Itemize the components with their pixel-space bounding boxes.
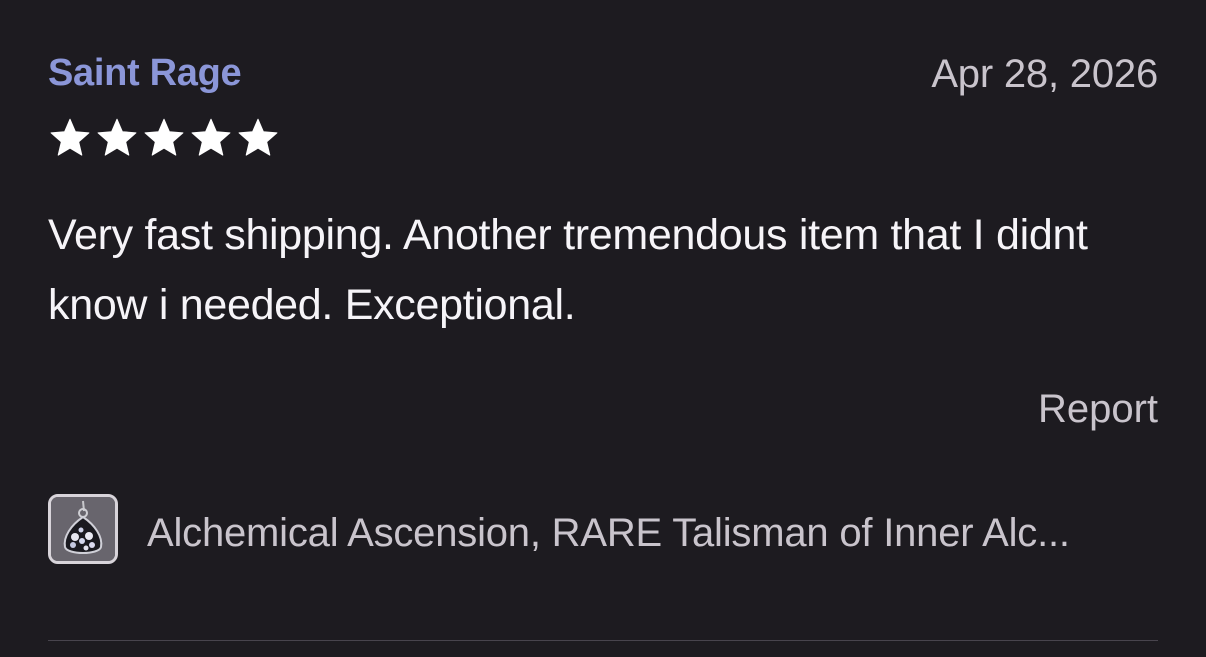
product-thumbnail-image [51,497,115,561]
review-date: Apr 28, 2026 [931,52,1158,96]
report-button[interactable]: Report [1038,387,1158,432]
review-text: Very fast shipping. Another tremendous i… [48,211,1088,329]
star-icon [191,118,231,156]
product-title[interactable]: Alchemical Ascension, RARE Talisman of I… [147,511,1070,556]
product-thumbnail[interactable] [48,494,118,564]
star-icon [238,118,278,156]
star-icon [50,118,90,156]
star-icon [144,118,184,156]
reviewed-product-link[interactable]: Alchemical Ascension, RARE Talisman of I… [48,494,1158,570]
divider [48,640,1158,641]
review-card: Saint Rage Apr 28, 2026 Very fast shippi… [48,0,1158,657]
star-icon [97,118,137,156]
reviewer-name[interactable]: Saint Rage [48,52,242,95]
star-rating [48,116,280,162]
review-header: Saint Rage Apr 28, 2026 [48,50,1158,102]
